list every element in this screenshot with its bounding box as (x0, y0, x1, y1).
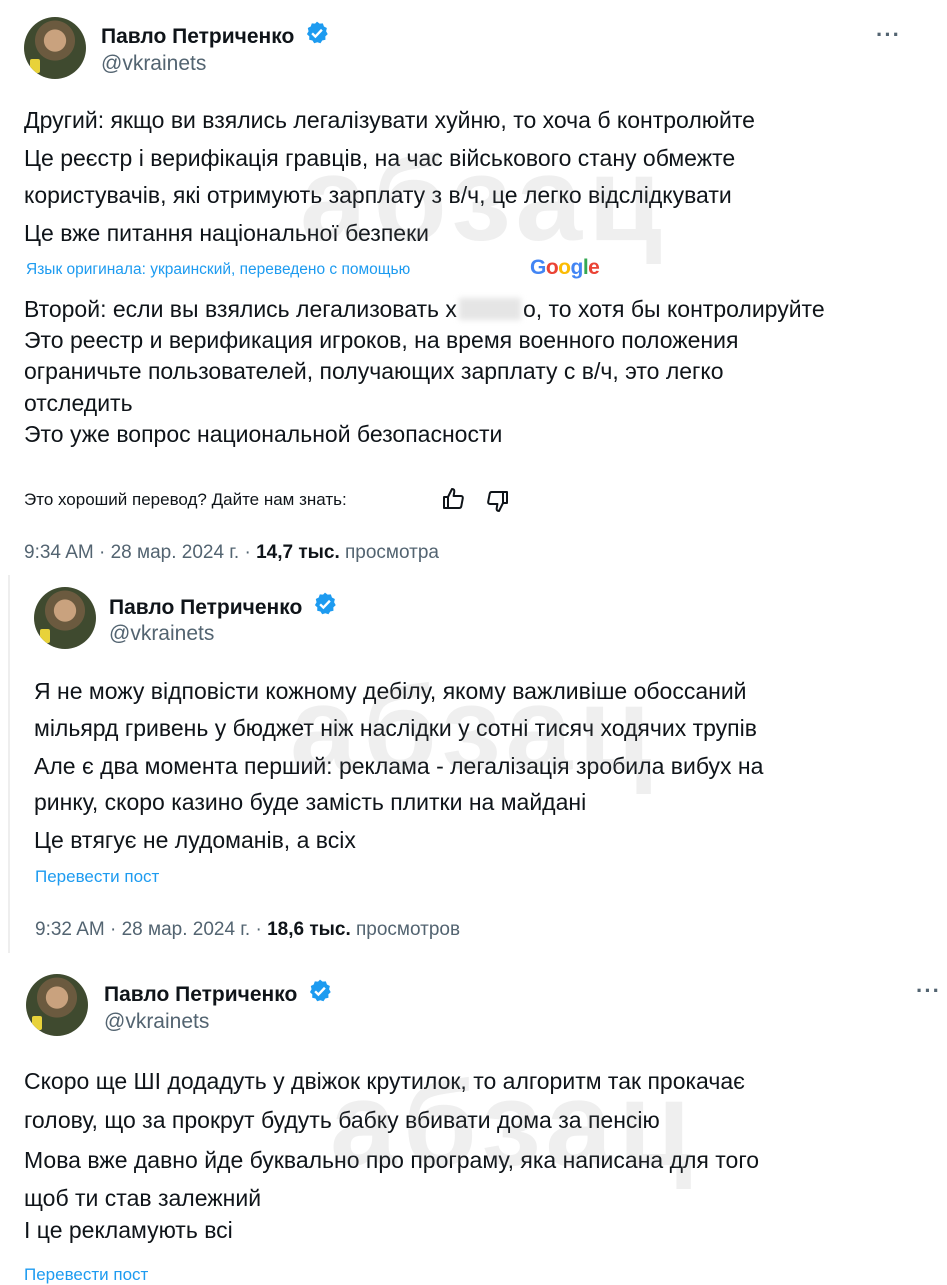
translated-text-line: Это уже вопрос национальной безопасности (24, 421, 503, 447)
views-label: просмотров (350, 919, 461, 940)
more-options-icon[interactable]: ··· (876, 22, 901, 48)
tweet-2: Павло Петриченко @vkrainets Я не можу ві… (8, 575, 947, 953)
views-label: просмотра (339, 542, 439, 563)
tweet-text-line: мільярд гривень у бюджет ніж наслідки у … (34, 715, 757, 741)
translate-post-link[interactable]: Перевести пост (35, 867, 159, 887)
translated-text-line: отследить (24, 390, 133, 416)
author-name[interactable]: Павло Петриченко (101, 20, 330, 49)
tweet-timestamp[interactable]: 9:34 AM · 28 мар. 2024 г. · 14,7 тыс. пр… (24, 542, 439, 564)
tweet-text-line: ринку, скоро казино буде замість плитки … (34, 789, 587, 815)
tweet-text-line: Це вже питання національної безпеки (24, 220, 429, 246)
views-count: 14,7 тыс. (256, 542, 340, 563)
translated-text-line: ограничьте пользователей, получающих зар… (24, 358, 724, 384)
tweet-text-line: Другий: якщо ви взялись легалізувати хуй… (24, 107, 755, 133)
tweet-text-line: Мова вже давно йде буквально про програм… (24, 1147, 760, 1173)
more-options-icon[interactable]: ··· (916, 978, 941, 1004)
tweet-text-line: Скоро ще ШІ додадуть у двіжок крутилок, … (24, 1068, 745, 1094)
views-count: 18,6 тыс. (267, 919, 351, 940)
tweet-text-line: Це втягує не лудоманів, а всіх (34, 827, 356, 853)
tweet-text-line: Це реєстр і верифікація гравців, на час … (24, 145, 736, 171)
author-name-text: Павло Петриченко (101, 25, 295, 48)
tweet-text-line: Я не можу відповісти кожному дебілу, яко… (34, 678, 747, 704)
tweet-3: Павло Петриченко @vkrainets ··· Скоро ще… (0, 960, 947, 1284)
tweet-text-line: щоб ти став залежний (24, 1185, 262, 1211)
translation-attribution[interactable]: Язык оригинала: украинский, переведено с… (26, 261, 410, 279)
timestamp-text: 9:34 AM · 28 мар. 2024 г. · (24, 542, 257, 563)
author-handle[interactable]: @vkrainets (104, 1010, 209, 1034)
tweet-text-line: Але є два момента перший: реклама - лега… (34, 753, 764, 779)
verified-badge-icon (315, 592, 336, 615)
author-name-text: Павло Петриченко (104, 983, 298, 1006)
thumbs-down-icon[interactable] (486, 489, 510, 513)
translate-post-link[interactable]: Перевести пост (24, 1265, 148, 1285)
tweet-timestamp[interactable]: 9:32 AM · 28 мар. 2024 г. · 18,6 тыс. пр… (35, 919, 460, 941)
google-logo-icon: Google (530, 256, 600, 279)
author-handle[interactable]: @vkrainets (109, 622, 214, 646)
tweet-text-line: голову, що за прокрут будуть бабку вбива… (24, 1107, 660, 1133)
translation-feedback-prompt: Это хороший перевод? Дайте нам знать: (24, 490, 347, 509)
tweet-1: Павло Петриченко @vkrainets ··· Другий: … (0, 0, 947, 575)
avatar[interactable] (34, 587, 96, 649)
tweet-text-line: користувачів, які отримують зарплату з в… (24, 182, 732, 208)
timestamp-text: 9:32 AM · 28 мар. 2024 г. · (35, 919, 268, 940)
author-name-text: Павло Петриченко (109, 596, 303, 619)
thumbs-up-icon[interactable] (441, 487, 465, 511)
tweet-text-line: І це рекламують всі (24, 1217, 233, 1243)
avatar[interactable] (26, 974, 88, 1036)
translated-text-line: Второй: если вы взялись легализовать х о,… (24, 296, 825, 323)
translated-text-line: Это реестр и верификация игроков, на вре… (24, 327, 739, 353)
verified-badge-icon (310, 979, 331, 1002)
translated-text-part: о, то хотя бы контролируйте (522, 296, 825, 322)
censor-blur (458, 298, 521, 320)
author-name[interactable]: Павло Петриченко (109, 591, 338, 620)
translated-text-part: Второй: если вы взялись легализовать х (24, 296, 457, 322)
author-handle[interactable]: @vkrainets (101, 52, 206, 76)
avatar[interactable] (24, 17, 86, 79)
author-name[interactable]: Павло Петриченко (104, 978, 333, 1007)
verified-badge-icon (307, 21, 328, 44)
